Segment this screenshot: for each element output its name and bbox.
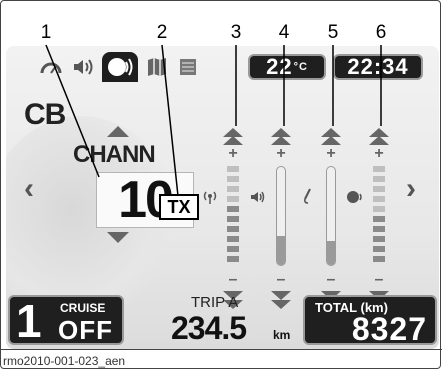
leader-line-1 [45, 44, 100, 178]
callout-leader-lines [45, 44, 382, 197]
figure-frame: 1 2 3 4 5 6 22 °C 22:34 CB CHANN 10 TX ‹… [0, 0, 442, 369]
figure-caption: rmo2010-001-023_aen [3, 354, 126, 368]
caption-divider [1, 349, 442, 350]
leader-line-2 [161, 44, 179, 197]
